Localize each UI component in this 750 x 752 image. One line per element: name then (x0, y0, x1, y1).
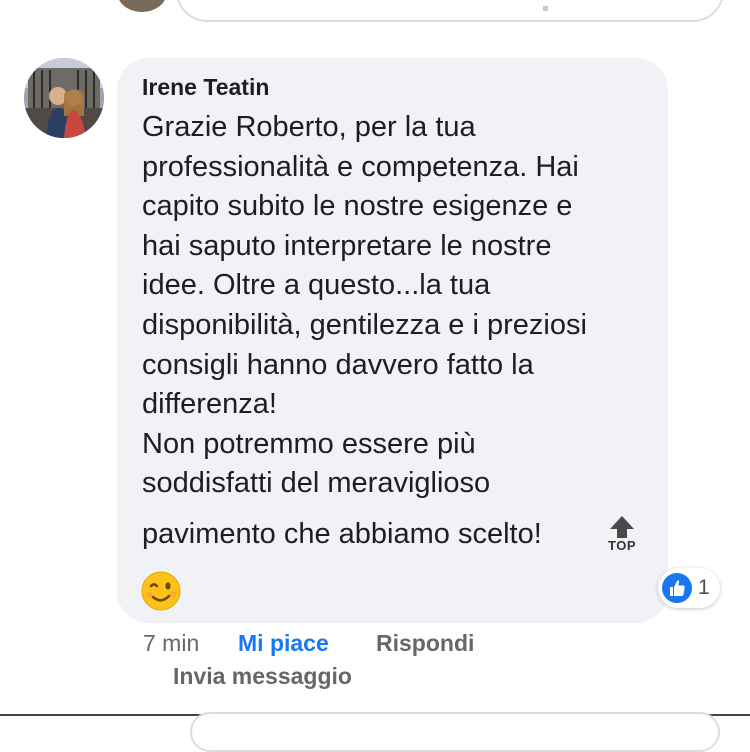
send-message-button[interactable]: Invia messaggio (173, 663, 352, 690)
arrow-up-icon (610, 516, 634, 538)
like-button[interactable]: Mi piace (238, 630, 329, 657)
previous-avatar[interactable] (117, 0, 167, 12)
back-to-top-button[interactable]: TOP (604, 515, 640, 555)
reply-input[interactable] (190, 712, 720, 752)
avatar[interactable] (24, 58, 104, 138)
comment-input[interactable] (176, 0, 724, 22)
top-label: TOP (608, 538, 636, 553)
winking-face-emoji (140, 570, 182, 612)
comment-text-last-line: pavimento che abbiamo scelto! (142, 518, 542, 550)
comment-author[interactable]: Irene Teatin (142, 74, 269, 101)
reaction-summary[interactable]: 1 (658, 568, 720, 608)
comment-timestamp[interactable]: 7 min (143, 630, 199, 657)
like-icon (662, 573, 692, 603)
reply-button[interactable]: Rispondi (376, 630, 474, 657)
comment-text: Grazie Roberto, per la tua professionali… (142, 111, 587, 500)
reaction-count: 1 (698, 576, 710, 599)
